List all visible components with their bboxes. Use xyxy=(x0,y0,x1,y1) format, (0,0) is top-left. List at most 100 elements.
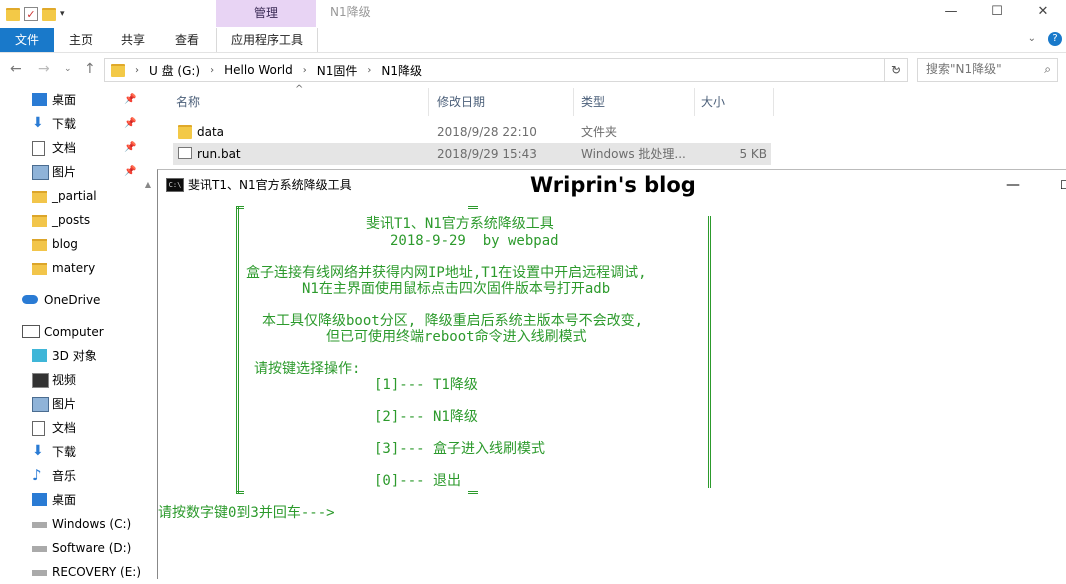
file-name: data xyxy=(197,125,225,139)
file-list: ^ 名称 修改日期 类型 大小 data 2018/9/28 22:10 文件夹… xyxy=(155,84,1066,176)
column-type[interactable]: 类型 xyxy=(581,88,605,116)
sidebar-item-matery[interactable]: matery xyxy=(0,256,154,280)
picture-icon xyxy=(32,165,49,180)
sidebar-item-blog[interactable]: blog xyxy=(0,232,154,256)
console-title: 斐讯T1、N1官方系统降级工具 xyxy=(188,178,352,192)
tab-home[interactable]: 主页 xyxy=(60,28,102,52)
file-name: run.bat xyxy=(197,147,241,161)
file-type: 文件夹 xyxy=(581,125,618,139)
properties-icon[interactable]: ✓ xyxy=(24,7,38,21)
sidebar-scrollbar[interactable]: ▲ xyxy=(142,180,154,210)
download-icon: ⬇ xyxy=(32,115,44,131)
help-icon[interactable]: ? xyxy=(1048,32,1062,46)
sidebar-item-desktop-pc[interactable]: 桌面 xyxy=(0,488,154,512)
sidebar-item-downloads-pc[interactable]: ⬇ 下载 xyxy=(0,440,154,464)
expand-ribbon-icon[interactable]: ⌄ xyxy=(1028,33,1036,44)
close-button[interactable]: ✕ xyxy=(1020,0,1066,24)
folder-icon xyxy=(111,63,125,77)
breadcrumb-hello-world[interactable]: Hello World xyxy=(224,63,293,77)
sidebar-item-posts[interactable]: _posts xyxy=(0,208,154,232)
column-divider[interactable] xyxy=(694,88,695,116)
search-box[interactable]: ⌕ xyxy=(917,58,1058,82)
pin-icon: 📌 xyxy=(124,142,137,153)
sidebar-item-drive-e[interactable]: RECOVERY (E:) xyxy=(0,560,154,584)
search-input[interactable] xyxy=(926,59,1036,79)
column-name[interactable]: 名称 xyxy=(176,88,200,116)
console-output: 斐讯T1、N1官方系统降级工具 2018-9-29 by webpad 盒子连接… xyxy=(158,202,1066,579)
sidebar-item-drive-d[interactable]: Software (D:) xyxy=(0,536,154,560)
manage-context-tab[interactable]: 管理 xyxy=(216,0,316,27)
search-icon[interactable]: ⌕ xyxy=(1044,62,1051,77)
sidebar-item-computer[interactable]: Computer xyxy=(0,320,154,344)
folder-icon xyxy=(32,263,47,275)
desktop-icon xyxy=(32,93,47,106)
pin-icon: 📌 xyxy=(124,166,137,177)
sidebar-item-label: _partial xyxy=(52,189,97,203)
column-divider[interactable] xyxy=(573,88,574,116)
breadcrumb-drive[interactable]: U 盘 (G:) xyxy=(149,62,200,79)
column-date[interactable]: 修改日期 xyxy=(437,88,485,116)
file-row-run-bat[interactable]: run.bat 2018/9/29 15:43 Windows 批处理... 5… xyxy=(173,143,771,165)
window-title: N1降级 xyxy=(330,5,371,19)
tab-application-tools[interactable]: 应用程序工具 xyxy=(216,28,318,52)
box-border-left xyxy=(236,206,239,494)
sidebar-item-label: matery xyxy=(52,261,96,275)
new-folder-icon[interactable] xyxy=(42,7,56,21)
recent-locations-icon[interactable]: ⌄ xyxy=(64,64,72,74)
sidebar-item-desktop[interactable]: 桌面 📌 xyxy=(0,88,154,112)
file-row-data[interactable]: data 2018/9/28 22:10 文件夹 xyxy=(173,121,771,143)
box-corner-bottom-right xyxy=(468,491,478,494)
tab-file[interactable]: 文件 xyxy=(0,28,54,52)
sidebar-item-label: Computer xyxy=(44,325,104,339)
sidebar-item-partial[interactable]: _partial xyxy=(0,184,154,208)
sidebar-item-pictures-pc[interactable]: 图片 xyxy=(0,392,154,416)
maximize-button[interactable]: ☐ xyxy=(974,0,1020,24)
back-icon[interactable]: ← xyxy=(10,61,22,77)
batch-file-icon xyxy=(178,147,192,159)
onedrive-icon xyxy=(22,295,38,304)
console-titlebar[interactable]: C:\ 斐讯T1、N1官方系统降级工具 Wriprin's blog — ☐ xyxy=(158,170,1066,200)
customize-toolbar-icon[interactable]: ▾ xyxy=(60,7,74,21)
console-line: 斐讯T1、N1官方系统降级工具 xyxy=(366,216,554,232)
sidebar-item-label: 图片 xyxy=(52,397,77,411)
forward-icon[interactable]: → xyxy=(38,61,50,77)
column-divider[interactable] xyxy=(428,88,429,116)
sidebar-item-3d-objects[interactable]: 3D 对象 xyxy=(0,344,154,368)
console-line: [0]--- 退出 xyxy=(374,473,462,489)
address-bar[interactable]: › U 盘 (G:) › Hello World › N1固件 › N1降级 ⌄ xyxy=(104,58,908,82)
sidebar-item-documents-pc[interactable]: 文档 xyxy=(0,416,154,440)
drive-icon xyxy=(32,570,47,576)
console-minimize-button[interactable]: — xyxy=(1006,170,1020,200)
tab-view[interactable]: 查看 xyxy=(166,28,208,52)
console-line: [3]--- 盒子进入线刷模式 xyxy=(374,441,546,457)
document-icon xyxy=(32,141,45,156)
sidebar-item-downloads[interactable]: ⬇ 下载 📌 xyxy=(0,112,154,136)
sidebar-item-documents[interactable]: 文档 📌 xyxy=(0,136,154,160)
sidebar-item-videos[interactable]: 视频 xyxy=(0,368,154,392)
sidebar-item-pictures[interactable]: 图片 📌 xyxy=(0,160,154,184)
breadcrumb-n1-downgrade[interactable]: N1降级 xyxy=(381,62,422,79)
column-size[interactable]: 大小 xyxy=(701,88,725,116)
console-maximize-button[interactable]: ☐ xyxy=(1060,170,1066,200)
picture-icon xyxy=(32,397,49,412)
box-corner-bottom-left xyxy=(236,491,244,494)
sidebar-item-onedrive[interactable]: OneDrive xyxy=(0,288,154,312)
sidebar-item-label: 音乐 xyxy=(52,469,77,483)
console-prompt[interactable]: 请按数字键0到3并回车---> xyxy=(158,505,335,521)
console-window[interactable]: C:\ 斐讯T1、N1官方系统降级工具 Wriprin's blog — ☐ 斐… xyxy=(157,169,1066,579)
console-line: 盒子连接有线网络并获得内网IP地址,T1在设置中开启远程调试, xyxy=(246,265,647,281)
console-line: 2018-9-29 by webpad xyxy=(390,233,559,249)
up-icon[interactable]: ↑ xyxy=(84,61,96,77)
pin-icon: 📌 xyxy=(124,118,137,129)
folder-icon[interactable] xyxy=(6,7,20,21)
sidebar-item-music[interactable]: ♪ 音乐 xyxy=(0,464,154,488)
minimize-button[interactable]: — xyxy=(928,0,974,24)
sidebar-item-drive-c[interactable]: Windows (C:) xyxy=(0,512,154,536)
column-divider[interactable] xyxy=(773,88,774,116)
console-line: [2]--- N1降级 xyxy=(374,409,478,425)
window-controls: — ☐ ✕ xyxy=(928,0,1066,24)
sidebar-item-label: _posts xyxy=(52,213,91,227)
tab-share[interactable]: 共享 xyxy=(112,28,154,52)
breadcrumb-n1-firmware[interactable]: N1固件 xyxy=(317,62,358,79)
refresh-icon[interactable]: ↻ xyxy=(884,59,907,81)
